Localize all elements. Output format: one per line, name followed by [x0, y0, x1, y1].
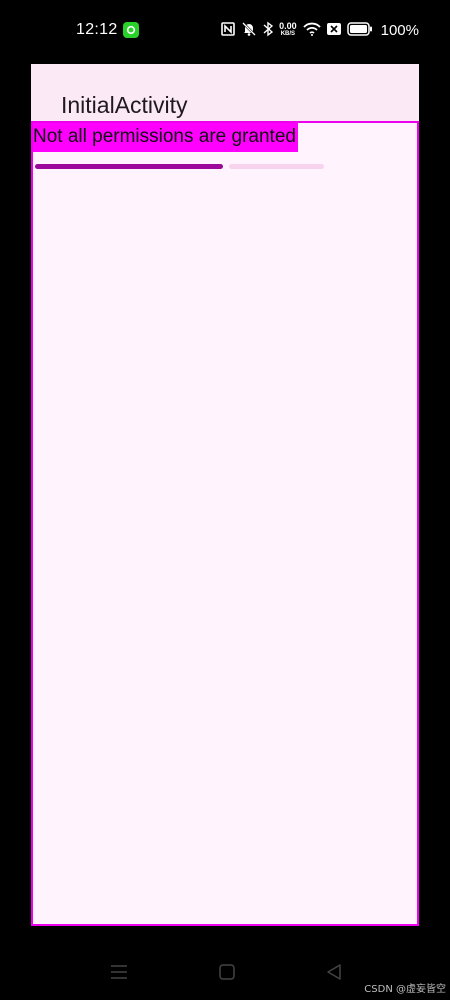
bluetooth-icon	[263, 21, 274, 40]
page-title: InitialActivity	[61, 92, 188, 118]
battery-icon	[346, 21, 373, 39]
mute-icon	[241, 21, 257, 40]
watermark: CSDN @虚妄皆空	[364, 984, 446, 995]
app-bar: InitialActivity	[31, 64, 419, 121]
permission-status-text: Not all permissions are granted	[33, 123, 298, 152]
status-icons: 0.00 KB/S 100%	[221, 20, 419, 40]
app-window: InitialActivity Not all permissions are …	[31, 64, 419, 926]
back-icon[interactable]	[322, 960, 346, 984]
progress-bar	[35, 164, 324, 169]
sim-off-icon	[326, 22, 341, 38]
status-bar: 12:12 0.00 KB/S 100%	[0, 0, 450, 62]
nfc-icon	[221, 21, 235, 39]
network-speed: 0.00 KB/S	[279, 22, 297, 38]
menu-icon[interactable]	[107, 960, 131, 984]
progress-bar-fill	[35, 164, 223, 169]
network-speed-value: 0.00	[279, 21, 297, 31]
wifi-icon	[302, 22, 321, 39]
recording-app-icon	[123, 22, 139, 38]
content-area: Not all permissions are granted	[31, 121, 419, 926]
network-speed-unit: KB/S	[280, 31, 296, 37]
battery-percent: 100%	[380, 21, 419, 39]
status-time: 12:12	[76, 21, 118, 38]
home-icon[interactable]	[215, 960, 239, 984]
progress-bar-track	[229, 164, 324, 169]
